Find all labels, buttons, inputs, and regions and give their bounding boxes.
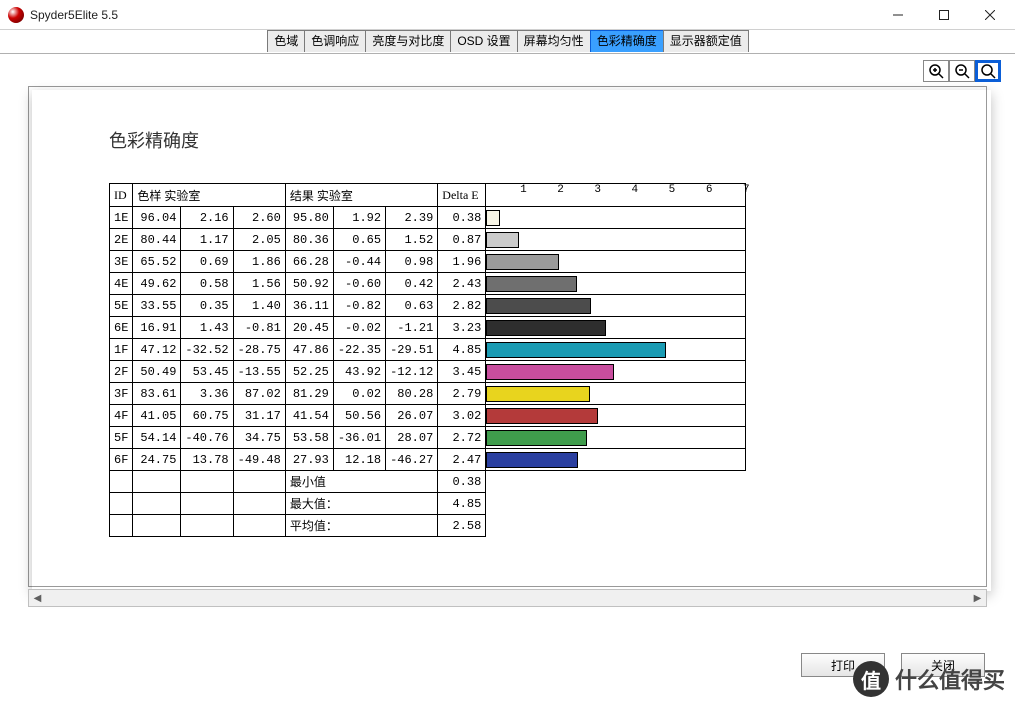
bar: [486, 254, 559, 270]
table-row: 3F83.613.3687.0281.290.0280.282.79: [110, 383, 746, 405]
summary-row: 最大值：4.85: [110, 493, 746, 515]
bar: [486, 210, 500, 226]
titlebar: Spyder5Elite 5.5: [0, 0, 1015, 30]
tab-3[interactable]: OSD 设置: [450, 30, 517, 52]
app-icon: [8, 7, 24, 23]
table-row: 6F24.7513.78-49.4827.9312.18-46.272.47: [110, 449, 746, 471]
scroll-right-arrow[interactable]: ▶: [969, 590, 986, 606]
th-delta: Delta E: [438, 184, 486, 207]
table-row: 2E80.441.172.0580.360.651.520.87: [110, 229, 746, 251]
table-row: 6E16.911.43-0.8120.45-0.02-1.213.23: [110, 317, 746, 339]
zoom-toolbar: [923, 60, 1001, 82]
tab-0[interactable]: 色域: [267, 30, 305, 52]
report-panel: 色彩精确度 ID色样 实验室结果 实验室Delta E12345671E96.0…: [28, 86, 987, 587]
table-row: 4E49.620.581.5650.92-0.600.422.43: [110, 273, 746, 295]
tab-6[interactable]: 显示器额定值: [663, 30, 749, 52]
table-row: 3E65.520.691.8666.28-0.440.981.96: [110, 251, 746, 273]
zoom-fit-button[interactable]: [975, 60, 1001, 82]
window-title: Spyder5Elite 5.5: [30, 8, 118, 22]
tab-4[interactable]: 屏幕均匀性: [517, 30, 591, 52]
minimize-button[interactable]: [875, 0, 921, 30]
th-chart: 1234567: [486, 184, 746, 207]
table-row: 1F47.12-32.52-28.7547.86-22.35-29.514.85: [110, 339, 746, 361]
bar: [486, 276, 576, 292]
bar: [486, 430, 587, 446]
zoom-out-button[interactable]: [949, 60, 975, 82]
bar: [486, 386, 590, 402]
bar: [486, 342, 666, 358]
close-button[interactable]: [967, 0, 1013, 30]
bar: [486, 232, 518, 248]
bar: [486, 320, 606, 336]
bar: [486, 408, 598, 424]
zoom-in-button[interactable]: [923, 60, 949, 82]
table-row: 2F50.4953.45-13.5552.2543.92-12.123.45: [110, 361, 746, 383]
tab-2[interactable]: 亮度与对比度: [365, 30, 451, 52]
tab-5[interactable]: 色彩精确度: [590, 30, 664, 52]
summary-row: 平均值：2.58: [110, 515, 746, 537]
th-result: 结果 实验室: [285, 184, 437, 207]
table-row: 1E96.042.162.6095.801.922.390.38: [110, 207, 746, 229]
summary-row: 最小值0.38: [110, 471, 746, 493]
watermark: 值 什么值得买: [853, 661, 1005, 697]
table-row: 5E33.550.351.4036.11-0.820.632.82: [110, 295, 746, 317]
scroll-left-arrow[interactable]: ◀: [29, 590, 46, 606]
tabstrip: 色域色调响应亮度与对比度OSD 设置屏幕均匀性色彩精确度显示器额定值: [0, 30, 1015, 54]
tab-1[interactable]: 色调响应: [304, 30, 366, 52]
bar: [486, 298, 591, 314]
watermark-text: 什么值得买: [895, 663, 1005, 695]
bar: [486, 364, 614, 380]
section-title: 色彩精确度: [109, 127, 926, 153]
horizontal-scrollbar[interactable]: ◀ ▶: [28, 589, 987, 607]
th-sample: 色样 实验室: [133, 184, 285, 207]
bar: [486, 452, 578, 468]
th-id: ID: [110, 184, 133, 207]
maximize-button[interactable]: [921, 0, 967, 30]
watermark-logo: 值: [853, 661, 889, 697]
table-row: 5F54.14-40.7634.7553.58-36.0128.072.72: [110, 427, 746, 449]
data-table: ID色样 实验室结果 实验室Delta E12345671E96.042.162…: [109, 183, 746, 537]
table-row: 4F41.0560.7531.1741.5450.5626.073.02: [110, 405, 746, 427]
